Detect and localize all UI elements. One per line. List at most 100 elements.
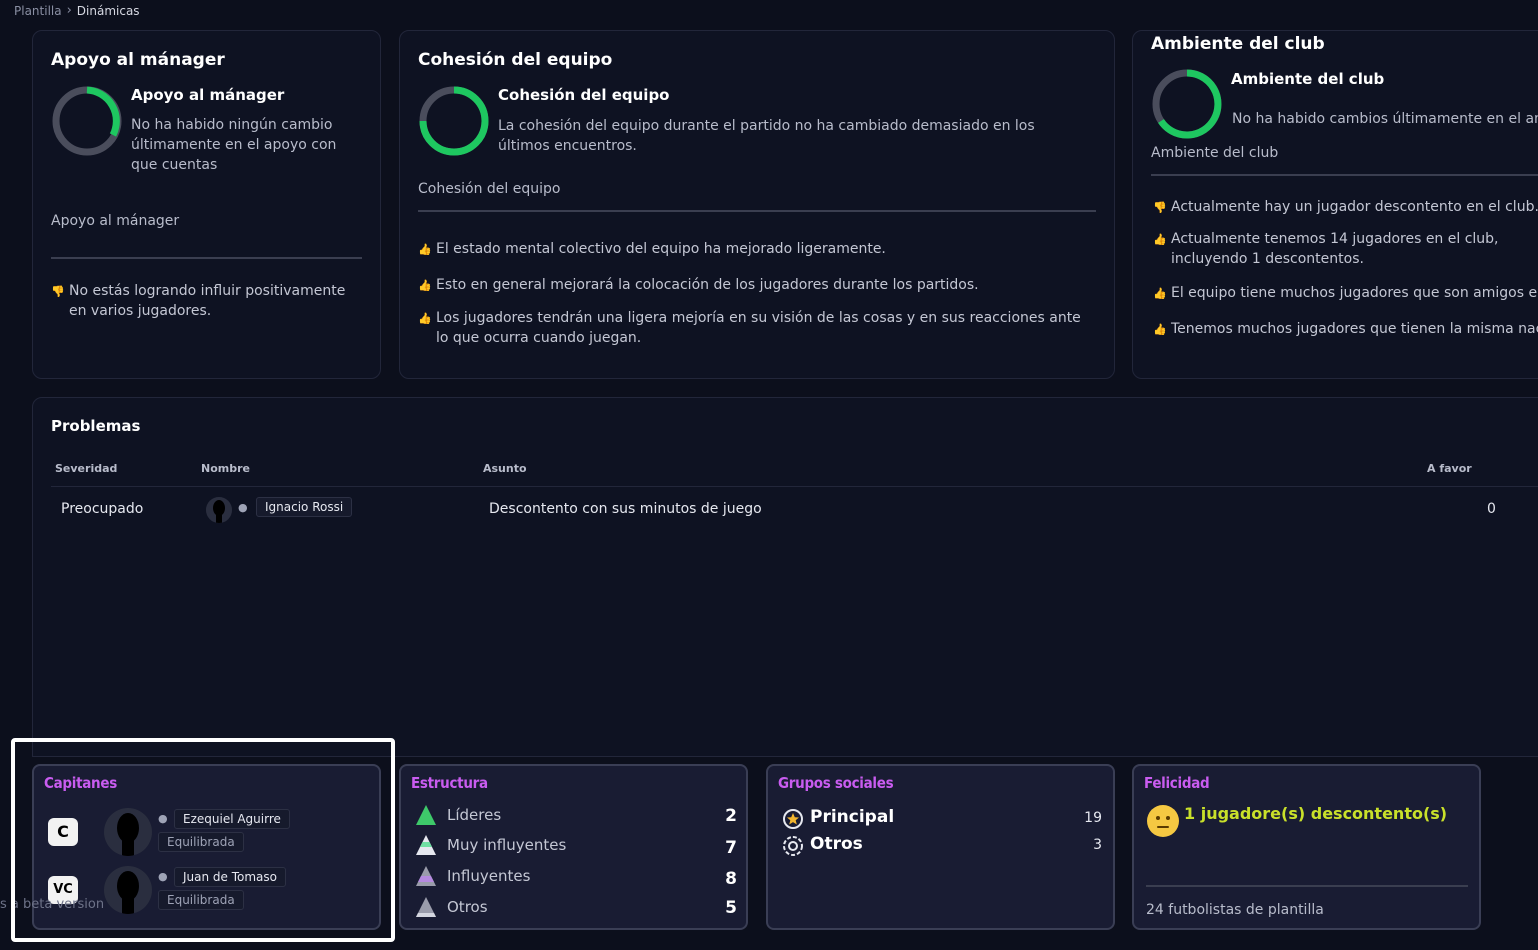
manager-support-ring-icon — [52, 86, 122, 156]
card-title: Cohesión del equipo — [418, 50, 613, 70]
player-name-tag[interactable]: Juan de Tomaso — [174, 867, 287, 887]
player-name-tag[interactable]: Ezequiel Aguirre — [174, 809, 290, 829]
fact-text: Tenemos muchos jugadores que tienen la m… — [1171, 321, 1538, 337]
table-row[interactable]: Preocupado ● Ignacio Rossi Descontento c… — [51, 493, 1538, 527]
breadcrumb: Plantilla › Dinámicas — [14, 3, 140, 18]
breadcrumb-parent[interactable]: Plantilla — [14, 4, 62, 18]
captain-row[interactable]: C ● Ezequiel Aguirre Equilibrada — [34, 804, 379, 860]
avatar[interactable] — [104, 866, 152, 914]
player-silhouette-icon — [104, 866, 152, 914]
card-subtitle: Apoyo al mánager — [131, 86, 285, 104]
fact-item: 👎 No estás logrando influir positivament… — [51, 281, 361, 321]
column-header-name[interactable]: Nombre — [201, 462, 250, 475]
influential-pyramid-icon — [416, 866, 436, 886]
fact-text: El estado mental colectivo del equipo ha… — [436, 241, 886, 257]
thumbs-up-icon: 👍 — [1153, 323, 1167, 336]
fact-item: 👍 Tenemos muchos jugadores que tienen la… — [1153, 319, 1538, 341]
fact-text: Actualmente tenemos 14 jugadores en el c… — [1171, 231, 1499, 267]
happiness-status: 1 jugadore(s) descontento(s) — [1184, 804, 1448, 823]
structure-label: Líderes — [447, 806, 502, 824]
widget-title: Felicidad — [1144, 774, 1210, 792]
card-description: La cohesión del equipo durante el partid… — [498, 118, 1035, 154]
avatar[interactable] — [206, 497, 232, 523]
social-group-row[interactable]: Otros 3 — [768, 833, 1113, 859]
thumbs-up-icon: 👍 — [418, 312, 432, 325]
social-group-label: Principal — [810, 807, 895, 827]
thumbs-down-icon: 👎 — [1153, 201, 1167, 214]
divider — [1146, 885, 1468, 887]
structure-label: Muy influyentes — [447, 836, 567, 854]
player-status-tag: Equilibrada — [158, 890, 244, 910]
dynamics-screen: Plantilla › Dinámicas Apoyo al mánager A… — [0, 0, 1538, 950]
column-header-severity[interactable]: Severidad — [55, 462, 117, 475]
widget-title: Grupos sociales — [778, 774, 894, 792]
card-description: No ha habido cambios últimamente en el a… — [1232, 111, 1538, 127]
others-pyramid-icon — [416, 897, 436, 917]
thumbs-up-icon: 👍 — [418, 243, 432, 256]
card-subtitle: Cohesión del equipo — [498, 86, 670, 104]
column-header-favor[interactable]: A favor — [1427, 462, 1472, 475]
fact-item: 👍 El estado mental colectivo del equipo … — [418, 239, 1098, 261]
structure-label: Influyentes — [447, 867, 531, 885]
structure-value: 8 — [725, 869, 737, 889]
avatar[interactable] — [104, 808, 152, 856]
structure-value: 5 — [725, 898, 737, 918]
card-title: Apoyo al mánager — [51, 50, 225, 70]
thumbs-up-icon: 👍 — [418, 279, 432, 292]
social-group-count: 19 — [1084, 810, 1102, 826]
favor-cell: 0 — [1487, 501, 1496, 517]
divider — [51, 257, 362, 259]
breadcrumb-current: Dinámicas — [76, 3, 140, 18]
team-cohesion-card: Cohesión del equipo Cohesión del equipo … — [399, 30, 1115, 379]
subject-cell: Descontento con sus minutos de juego — [489, 501, 762, 517]
fact-item: 👍 Los jugadores tendrán una ligera mejor… — [418, 308, 1088, 348]
chevron-right-icon: › — [66, 3, 72, 18]
fact-item: 👍 Actualmente tenemos 14 jugadores en el… — [1153, 229, 1538, 269]
person-icon: ● — [158, 812, 168, 825]
structure-widget[interactable]: Estructura Líderes 2 Muy influyentes 7 I… — [399, 764, 748, 930]
card-subtitle: Ambiente del club — [1231, 70, 1385, 88]
star-circle-icon — [783, 809, 803, 829]
fact-text: Esto en general mejorará la colocación d… — [436, 277, 979, 293]
card-caption: Cohesión del equipo — [418, 181, 561, 197]
problems-title: Problemas — [51, 417, 141, 435]
structure-value: 2 — [725, 806, 737, 826]
fact-item: 👎 Actualmente hay un jugador descontento… — [1153, 197, 1538, 219]
fact-text: Actualmente hay un jugador descontento e… — [1171, 199, 1538, 215]
thumbs-down-icon: 👎 — [51, 285, 65, 298]
fact-item: 👍 Esto en general mejorará la colocación… — [418, 275, 1098, 297]
fact-item: 👍 El equipo tiene muchos jugadores que s… — [1153, 283, 1538, 305]
fact-text: El equipo tiene muchos jugadores que son… — [1171, 285, 1538, 301]
problems-panel: Problemas Severidad Nombre Asunto A favo… — [32, 397, 1538, 757]
structure-value: 7 — [725, 838, 737, 858]
player-silhouette-icon — [206, 497, 232, 523]
card-caption: Apoyo al mánager — [51, 213, 180, 229]
player-name-tag[interactable]: Ignacio Rossi — [256, 497, 353, 517]
happiness-widget[interactable]: Felicidad 1 jugadore(s) descontento(s) 2… — [1132, 764, 1481, 930]
widget-title: Estructura — [411, 774, 488, 792]
card-title: Ambiente del club — [1151, 34, 1325, 54]
severity-cell: Preocupado — [61, 501, 144, 517]
thumbs-up-icon: 👍 — [1153, 287, 1167, 300]
player-status-tag: Equilibrada — [158, 832, 244, 852]
beta-version-label: s a beta version — [0, 897, 105, 912]
divider — [1151, 174, 1538, 176]
structure-label: Otros — [447, 898, 488, 916]
person-icon: ● — [158, 870, 168, 883]
social-groups-widget[interactable]: Grupos sociales Principal 19 Otros 3 — [766, 764, 1115, 930]
person-icon: ● — [238, 501, 248, 514]
widget-title: Capitanes — [44, 774, 117, 792]
card-description: No ha habido ningún cambio últimamente e… — [131, 117, 337, 173]
divider — [418, 210, 1096, 212]
club-atmosphere-card: Ambiente del club Ambiente del club No h… — [1132, 30, 1538, 379]
social-group-row[interactable]: Principal 19 — [768, 806, 1113, 832]
fact-text: No estás logrando influir positivamente … — [69, 283, 346, 319]
table-header-divider — [51, 486, 1538, 487]
manager-support-card: Apoyo al mánager Apoyo al mánager No ha … — [32, 30, 381, 379]
squad-count: 24 futbolistas de plantilla — [1146, 902, 1324, 918]
cohesion-ring-icon — [419, 86, 489, 156]
leaders-pyramid-icon — [416, 805, 436, 825]
column-header-subject[interactable]: Asunto — [483, 462, 527, 475]
thumbs-up-icon: 👍 — [1153, 233, 1167, 246]
very-influential-pyramid-icon — [416, 835, 436, 855]
